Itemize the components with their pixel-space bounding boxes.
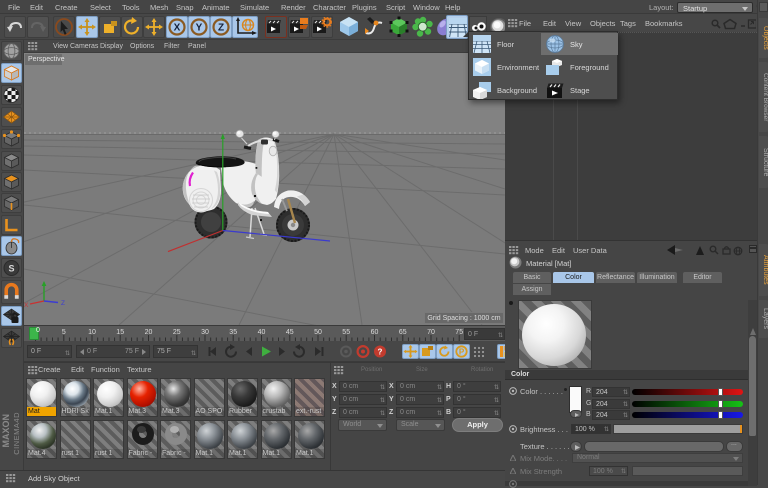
svg-text:5: 5 [62,329,66,336]
svg-text:10: 10 [88,329,96,336]
svg-text:?: ? [378,348,383,357]
svg-text:Y: Y [196,23,203,34]
svg-text:50: 50 [314,329,322,336]
svg-text:20: 20 [145,329,153,336]
svg-text:70: 70 [427,329,435,336]
svg-text:60: 60 [371,329,379,336]
svg-text:X: X [174,23,181,34]
svg-text:25: 25 [173,329,181,336]
svg-text:15: 15 [116,329,124,336]
svg-text:X: X [24,302,29,309]
svg-text:75: 75 [455,329,463,336]
svg-text:40: 40 [258,329,266,336]
svg-text:S: S [8,264,14,274]
svg-text:Z: Z [218,23,224,34]
svg-text:45: 45 [286,329,294,336]
svg-text:35: 35 [229,329,237,336]
svg-text:P: P [459,348,465,357]
svg-text:65: 65 [399,329,407,336]
svg-text:55: 55 [342,329,350,336]
svg-text:Z: Z [61,300,65,307]
svg-text:30: 30 [201,329,209,336]
